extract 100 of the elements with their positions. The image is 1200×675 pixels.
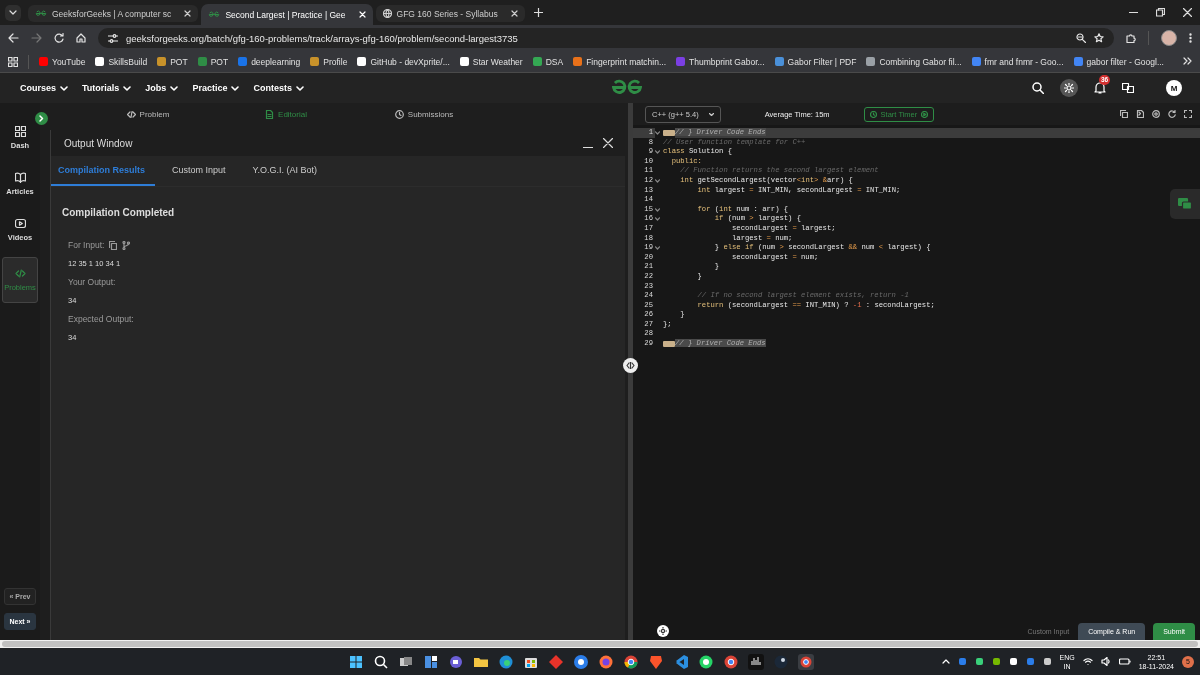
address-bar[interactable]: geeksforgeeks.org/batch/gfg-160-problems/track/arrays-gfg-160/problem/second-largest3735 xyxy=(98,28,1114,48)
home-icon[interactable] xyxy=(76,33,86,43)
bookmark[interactable]: Profile xyxy=(310,56,348,67)
fold-caret-icon[interactable] xyxy=(655,207,660,212)
close-icon[interactable] xyxy=(603,138,613,148)
caret-down-icon xyxy=(231,85,240,91)
browser-tab[interactable]: GFG 160 Series - Syllabus xyxy=(375,5,525,22)
shield-icon[interactable] xyxy=(648,653,664,670)
bookmark[interactable]: GitHub - devXprite/... xyxy=(357,56,450,67)
bell-icon[interactable] xyxy=(1094,82,1106,94)
nav-menu[interactable]: Practice xyxy=(192,83,240,93)
theme-toggle-button[interactable] xyxy=(1060,79,1078,97)
bookmark[interactable]: YouTube xyxy=(39,56,86,67)
theme-toggle-button[interactable] xyxy=(657,625,669,637)
play-icon xyxy=(921,110,929,118)
output-tab[interactable]: Y.O.G.I. (AI Bot) xyxy=(245,156,327,186)
bookmark[interactable]: DSA xyxy=(532,56,564,67)
restore-icon[interactable] xyxy=(1156,8,1165,17)
widgets-icon[interactable] xyxy=(423,653,439,670)
tab-list-button[interactable] xyxy=(5,5,21,21)
search-icon[interactable] xyxy=(373,653,389,670)
globe-icon xyxy=(382,9,392,18)
bookmark[interactable]: Combining Gabor fil... xyxy=(866,56,962,67)
problem-tab[interactable]: Editorial xyxy=(217,103,355,125)
chevron-right-icon[interactable] xyxy=(1183,56,1192,65)
fold-marker-icon[interactable] xyxy=(663,340,675,347)
profile-avatar[interactable] xyxy=(1161,30,1177,46)
fold-caret-icon[interactable] xyxy=(655,217,660,222)
diamond-icon[interactable] xyxy=(548,653,564,670)
reset-icon[interactable] xyxy=(1168,110,1176,118)
search-icon[interactable] xyxy=(1032,82,1044,94)
star-icon[interactable] xyxy=(1094,33,1104,43)
book-icon xyxy=(14,172,26,183)
browser-tab[interactable]: GeeksforGeeks | A computer sc xyxy=(28,5,199,22)
browser-icon[interactable] xyxy=(623,653,639,670)
wifi-icon[interactable] xyxy=(1082,657,1093,666)
bookmark[interactable]: Star Weather xyxy=(459,56,523,67)
bookmark[interactable]: Gabor Filter | PDF xyxy=(774,56,857,67)
bookmark[interactable]: POT xyxy=(157,56,188,67)
browser-tab[interactable]: Second Largest | Practice | Gee xyxy=(201,4,373,25)
fold-caret-icon[interactable] xyxy=(655,150,660,154)
logo-icon xyxy=(609,78,644,96)
bookmark[interactable]: SkillsBuild xyxy=(95,56,148,67)
copy-icon[interactable] xyxy=(109,240,118,250)
browser-icon[interactable] xyxy=(723,653,739,670)
chat-icon[interactable] xyxy=(698,653,714,670)
reload-icon[interactable] xyxy=(54,33,64,43)
bookmark[interactable]: Fingerprint matchin... xyxy=(573,56,666,67)
help-icon[interactable] xyxy=(573,653,589,670)
field-label: Your Output: xyxy=(68,277,116,287)
caret-down-icon xyxy=(123,85,132,91)
browser-icon[interactable] xyxy=(498,653,514,670)
nav-menu[interactable]: Contests xyxy=(253,83,304,93)
close-icon[interactable] xyxy=(184,10,192,17)
volume-icon[interactable] xyxy=(1100,657,1111,666)
output-tab[interactable]: Compilation Results xyxy=(51,156,155,186)
problem-tab[interactable]: Submissions xyxy=(355,103,493,125)
copy-icon[interactable] xyxy=(1120,110,1128,118)
nav-menu[interactable]: Courses xyxy=(20,83,68,93)
chevron-up-icon[interactable] xyxy=(941,659,950,664)
scrollbar-thumb[interactable] xyxy=(2,641,1198,647)
browser-icon[interactable] xyxy=(598,653,614,670)
resize-icon xyxy=(626,362,635,369)
bookmark[interactable]: gabor filter - Googl... xyxy=(1073,56,1164,67)
fold-marker-icon[interactable] xyxy=(663,129,675,136)
bookmark[interactable]: POT xyxy=(197,56,229,67)
start-icon[interactable] xyxy=(348,653,364,670)
plus-icon[interactable] xyxy=(533,8,543,17)
forward-icon[interactable] xyxy=(31,33,42,43)
back-icon[interactable] xyxy=(8,33,19,43)
translate-icon[interactable] xyxy=(1122,82,1134,94)
import-icon[interactable] xyxy=(1136,110,1144,118)
zoom-icon[interactable] xyxy=(1076,33,1086,43)
extensions-icon[interactable] xyxy=(1126,33,1136,43)
audio-icon[interactable] xyxy=(748,653,764,670)
nav-menu[interactable]: Tutorials xyxy=(82,83,132,93)
site-icon xyxy=(208,11,221,18)
browser-icon[interactable] xyxy=(798,653,814,670)
apps-icon[interactable] xyxy=(8,56,18,67)
bookmark[interactable]: fmr and fnmr - Goo... xyxy=(971,56,1064,67)
branch-icon[interactable] xyxy=(122,240,131,250)
fullscreen-icon[interactable] xyxy=(1184,110,1192,118)
output-tab[interactable]: Custom Input xyxy=(165,156,236,186)
chat-button[interactable] xyxy=(1170,189,1200,219)
battery-icon[interactable] xyxy=(1118,657,1131,666)
user-avatar[interactable]: M xyxy=(1166,80,1182,96)
caret-down-icon xyxy=(708,112,714,116)
more-icon[interactable] xyxy=(1189,33,1192,43)
steam-icon[interactable] xyxy=(773,653,789,670)
bookmark[interactable]: deeplearning xyxy=(238,56,301,67)
camera-icon[interactable] xyxy=(448,653,464,670)
close-icon[interactable] xyxy=(1183,8,1192,17)
settings-icon[interactable] xyxy=(1152,110,1160,118)
bookmark[interactable]: Thumbprint Gabor... xyxy=(676,56,765,67)
problem-tab[interactable]: Problem xyxy=(79,103,217,125)
fold-caret-icon[interactable] xyxy=(655,245,660,250)
fold-caret-icon[interactable] xyxy=(655,130,660,135)
nav-menu[interactable]: Jobs xyxy=(145,83,179,93)
fold-caret-icon[interactable] xyxy=(655,178,660,183)
close-icon[interactable] xyxy=(510,10,518,17)
